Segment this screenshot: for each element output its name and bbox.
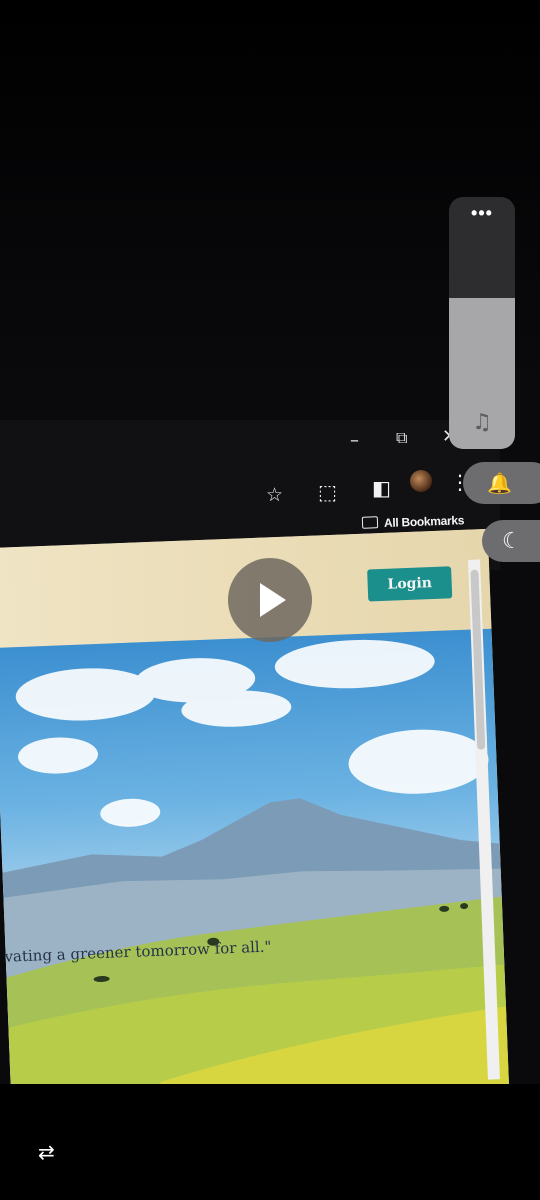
player-bottom-bar (0, 1084, 540, 1200)
play-button[interactable] (228, 558, 312, 642)
minimize-icon[interactable]: – (350, 430, 359, 451)
profile-avatar[interactable] (410, 470, 432, 492)
volume-slider[interactable]: ••• ♫ (449, 197, 515, 449)
extensions-icon[interactable]: ⬚ (318, 480, 337, 504)
bookmark-star-icon[interactable]: ☆ (266, 484, 283, 506)
folder-icon (361, 516, 379, 529)
more-options-icon[interactable]: ••• (449, 203, 515, 224)
notification-toggle[interactable]: 🔔 (463, 462, 540, 504)
login-button[interactable]: Login (367, 566, 453, 602)
music-note-icon: ♫ (472, 410, 492, 435)
repeat-icon[interactable]: ⇄ (38, 1140, 55, 1164)
dark-mode-toggle[interactable]: ☾ (482, 520, 540, 562)
video-screen: – ⧉ ✕ ☆ ⬚ ◧ ⋮ All Bookmarks Login (0, 0, 540, 1200)
bell-icon: 🔔 (487, 471, 512, 495)
all-bookmarks-label: All Bookmarks (383, 513, 465, 531)
side-panel-icon[interactable]: ◧ (372, 476, 391, 500)
hero-landscape-image: ivating a greener tomorrow for all." (0, 628, 510, 1108)
landscape-illustration (2, 639, 510, 1108)
moon-icon: ☾ (502, 529, 522, 554)
restore-icon[interactable]: ⧉ (396, 428, 407, 448)
